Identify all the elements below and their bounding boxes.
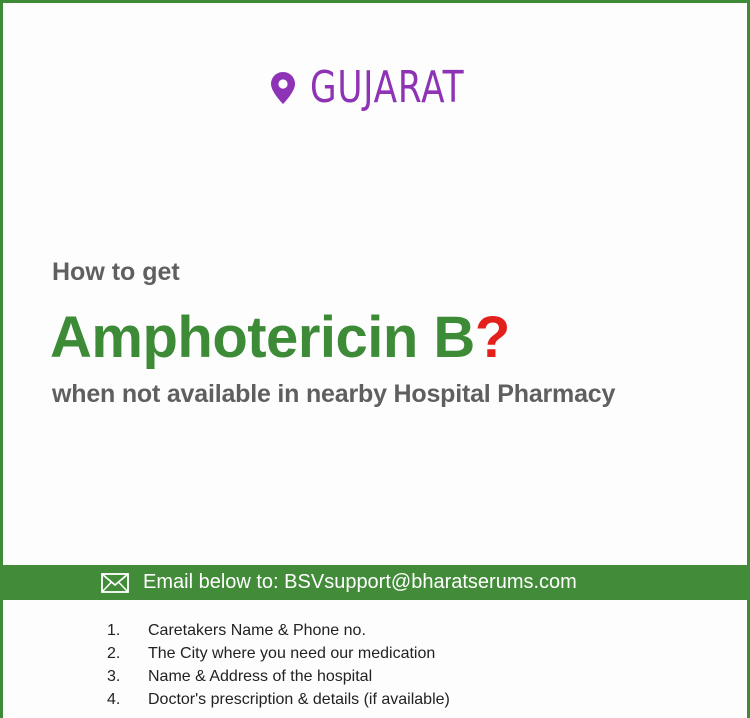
list-item-text: Doctor's prescription & details (if avai… bbox=[148, 691, 450, 708]
list-item-number: 2. bbox=[107, 645, 121, 662]
email-instruction: Email below to: BSVsupport@bharatserums.… bbox=[143, 571, 577, 593]
envelope-icon bbox=[101, 572, 129, 593]
location-pin-icon bbox=[271, 71, 295, 104]
list-item-number: 4. bbox=[107, 691, 121, 708]
question-mark: ? bbox=[474, 305, 510, 370]
list-item-text: Name & Address of the hospital bbox=[148, 668, 373, 685]
list-item-number: 1. bbox=[107, 622, 121, 639]
list-item: 2. The City where you need our medicatio… bbox=[107, 642, 450, 665]
list-item-number: 3. bbox=[107, 668, 121, 685]
list-item: 4. Doctor's prescription & details (if a… bbox=[107, 688, 450, 711]
lead-text: How to get bbox=[52, 258, 180, 286]
requirements-list: 1. Caretakers Name & Phone no. 2. The Ci… bbox=[107, 619, 450, 711]
list-item-text: Caretakers Name & Phone no. bbox=[148, 622, 366, 639]
list-item: 1. Caretakers Name & Phone no. bbox=[107, 619, 450, 642]
drug-name: Amphotericin B bbox=[50, 305, 475, 370]
drug-headline: Amphotericin B? bbox=[50, 304, 510, 371]
location-label: GUJARAT bbox=[310, 62, 465, 113]
list-item: 3. Name & Address of the hospital bbox=[107, 665, 450, 688]
list-item-text: The City where you need our medication bbox=[148, 645, 436, 662]
location-header: GUJARAT bbox=[0, 62, 750, 113]
subtitle: when not available in nearby Hospital Ph… bbox=[52, 380, 616, 408]
email-banner: Email below to: BSVsupport@bharatserums.… bbox=[0, 565, 750, 600]
